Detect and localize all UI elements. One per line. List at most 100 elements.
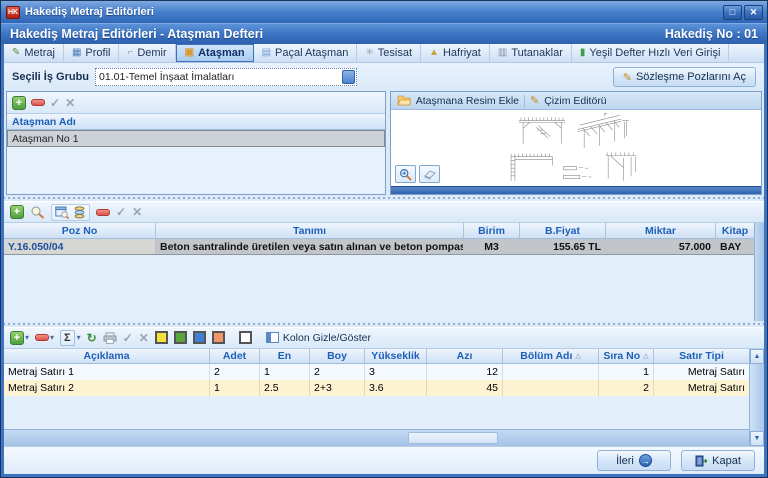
attachment-column-header[interactable]: Ataşman Adı [7, 114, 385, 130]
metraj-grid-header: Açıklama Adet En Boy Yükseklik Azı Bölüm… [4, 349, 749, 364]
cell-aciklama: Metraj Satırı 1 [4, 364, 210, 380]
metraj-vertical-scrollbar[interactable]: ▲ ▼ [749, 349, 764, 447]
cancel-icon[interactable]: ✕ [65, 97, 75, 109]
apply-icon[interactable]: ✓ [123, 332, 133, 344]
hscroll-thumb[interactable] [408, 432, 498, 444]
close-button[interactable]: ✕ [744, 5, 763, 20]
apply-icon[interactable]: ✓ [116, 206, 126, 218]
color-swatch-blue[interactable] [193, 331, 206, 344]
image-scrollbar[interactable] [391, 186, 761, 194]
color-swatch-yellow[interactable] [155, 331, 168, 344]
cancel-icon[interactable]: ✕ [139, 332, 149, 344]
profil-icon: ▦ [72, 48, 81, 58]
tab-tesisat[interactable]: ✳Tesisat [357, 44, 421, 62]
add-attachment-button[interactable]: + [12, 96, 26, 110]
color-swatch-white[interactable] [239, 331, 252, 344]
hafriyat-icon: ▲ [429, 48, 439, 58]
ileri-button[interactable]: İleri → [597, 450, 671, 471]
col-aciklama[interactable]: Açıklama [4, 349, 210, 363]
col-bolum-adi[interactable]: Bölüm Adı△ [503, 349, 599, 363]
scroll-down-button[interactable]: ▼ [750, 431, 764, 446]
cell-yukseklik: 3.6 [365, 380, 427, 396]
delete-row-icon [35, 334, 49, 341]
module-header: Hakediş Metraj Editörleri - Ataşman Deft… [1, 23, 767, 44]
tab-hafriyat[interactable]: ▲Hafriyat [421, 44, 490, 62]
delete-poz-button[interactable] [96, 209, 110, 216]
col-tanimi[interactable]: Tanımı [156, 223, 464, 238]
col-satir-tipi[interactable]: Satır Tipi [654, 349, 749, 363]
add-row-dropdown[interactable]: + ▾ [10, 331, 29, 345]
image-panel-toolbar: Ataşmana Resim Ekle ✎ Çizim Editörü [391, 92, 761, 110]
col-birim[interactable]: Birim [464, 223, 520, 238]
combo-browse-button[interactable] [342, 70, 355, 84]
sort-icon: △ [643, 352, 648, 360]
poz-vertical-scrollbar[interactable] [754, 223, 764, 321]
cell-en: 1 [260, 364, 310, 380]
col-boy[interactable]: Boy [310, 349, 365, 363]
sozlesme-pozlari-button[interactable]: ✎ Sözleşme Pozlarını Aç [613, 67, 756, 87]
tab-label: Profil [85, 47, 110, 59]
add-image-button[interactable]: Ataşmana Resim Ekle [416, 95, 519, 107]
cancel-icon[interactable]: ✕ [132, 206, 142, 218]
col-miktar[interactable]: Miktar [606, 223, 716, 238]
tab-label: Demir [137, 47, 166, 59]
sigma-icon: Σ [60, 330, 75, 346]
scroll-track[interactable] [750, 364, 764, 432]
cell-poz-no: Y.16.050/04 [4, 239, 156, 254]
sort-icon: △ [575, 352, 580, 360]
col-yukseklik[interactable]: Yükseklik [365, 349, 427, 363]
add-row-icon: + [10, 331, 24, 345]
image-panel: Ataşmana Resim Ekle ✎ Çizim Editörü [390, 91, 762, 195]
attachment-row[interactable]: Ataşman No 1 [7, 130, 385, 147]
sum-dropdown[interactable]: Σ ▾ [60, 330, 81, 346]
drawing-editor-button[interactable]: Çizim Editörü [544, 95, 606, 107]
eraser-button[interactable] [419, 165, 440, 183]
color-swatch-green[interactable] [174, 331, 187, 344]
col-poz-no[interactable]: Poz No [4, 223, 156, 238]
metraj-row[interactable]: Metraj Satırı 2 1 2.5 2+3 3.6 45 2 Metra… [4, 380, 749, 396]
refresh-icon[interactable]: ↻ [87, 332, 97, 344]
col-azi[interactable]: Azı [427, 349, 503, 363]
print-icon[interactable] [103, 332, 117, 344]
color-swatch-orange[interactable] [212, 331, 225, 344]
technical-drawing [441, 112, 711, 184]
search-poz-icon[interactable] [30, 205, 45, 219]
apply-icon[interactable]: ✓ [50, 97, 60, 109]
tab-pacal-atasman[interactable]: ▤Paçal Ataşman [254, 44, 358, 62]
kapat-label: Kapat [712, 455, 741, 467]
col-sira-no[interactable]: Sıra No△ [599, 349, 654, 363]
window-title: Hakediş Metraj Editörleri [25, 6, 721, 18]
delete-attachment-button[interactable] [31, 99, 45, 106]
tab-label: Tesisat [378, 47, 412, 59]
title-bar: HK Hakediş Metraj Editörleri □ ✕ [1, 1, 767, 23]
delete-row-dropdown[interactable]: ▾ [35, 333, 54, 342]
scroll-up-button[interactable]: ▲ [750, 349, 764, 364]
sozlesme-pozlari-label: Sözleşme Pozlarını Aç [636, 71, 746, 83]
metraj-horizontal-scrollbar[interactable] [4, 429, 749, 446]
maximize-button[interactable]: □ [723, 5, 742, 20]
tab-profil[interactable]: ▦ Profil [64, 44, 120, 62]
kolon-gizle-goster-button[interactable]: Kolon Gizle/Göster [266, 332, 371, 344]
col-kitap[interactable]: Kitap [716, 223, 754, 238]
poz-tree-icon[interactable] [73, 206, 86, 219]
poz-window-search-icon[interactable] [55, 206, 69, 219]
cell-sira-no: 2 [599, 380, 654, 396]
tab-label: Tutanaklar [511, 47, 563, 59]
chevron-down-icon: ▾ [25, 333, 29, 342]
add-poz-button[interactable]: + [10, 205, 24, 219]
kapat-button[interactable]: Kapat [681, 450, 755, 471]
drawing-pencil-icon: ✎ [530, 94, 539, 107]
tab-atasman[interactable]: ▣Ataşman [176, 44, 254, 62]
tab-yesil-defter[interactable]: ▮Yeşil Defter Hızlı Veri Girişi [572, 44, 730, 62]
col-en[interactable]: En [260, 349, 310, 363]
tab-tutanaklar[interactable]: ▥Tutanaklar [490, 44, 572, 62]
tab-metraj[interactable]: ✎Metraj [4, 44, 64, 62]
metraj-row[interactable]: Metraj Satırı 1 2 1 2 3 12 1 Metraj Satı… [4, 364, 749, 380]
cell-satir-tipi: Metraj Satırı [654, 364, 749, 380]
col-adet[interactable]: Adet [210, 349, 260, 363]
is-grubu-combo[interactable]: 01.01-Temel İnşaat İmalatları [95, 68, 357, 86]
zoom-magnifier-button[interactable] [395, 165, 416, 183]
tab-demir[interactable]: ⌐Demir [119, 44, 175, 62]
poz-row[interactable]: Y.16.050/04 Beton santralinde üretilen v… [4, 239, 754, 255]
col-bfiyat[interactable]: B.Fiyat [520, 223, 606, 238]
